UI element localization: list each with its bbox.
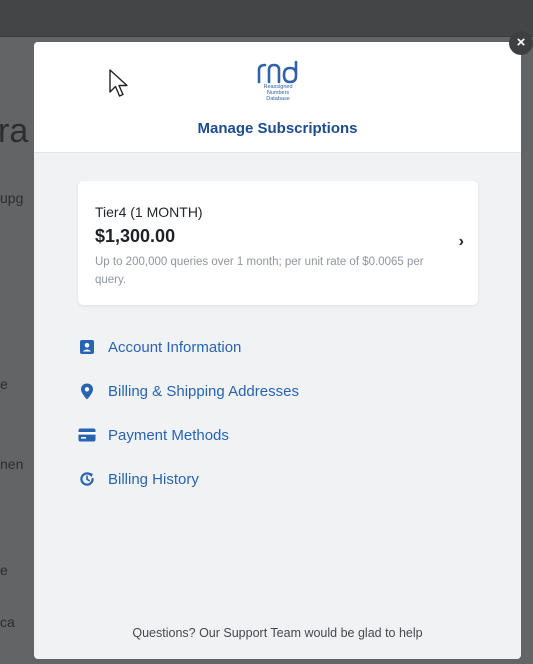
- rnd-logo: Reassigned Numbers Database: [248, 60, 308, 102]
- menu-item-label: Billing History: [108, 470, 199, 488]
- map-pin-icon: [78, 382, 96, 400]
- credit-card-icon: [78, 426, 96, 444]
- background-heading: ra: [0, 112, 29, 150]
- menu-item-account-information[interactable]: Account Information: [78, 334, 241, 360]
- logo-text-database: Database: [266, 96, 290, 102]
- background-text-3: e: [0, 562, 8, 578]
- support-text: Questions? Our Support Team would be gla…: [132, 626, 423, 640]
- background-text-2: nen: [0, 456, 24, 472]
- menu-item-label: Payment Methods: [108, 426, 229, 444]
- menu-item-billing-shipping-addresses[interactable]: Billing & Shipping Addresses: [78, 378, 299, 404]
- mouse-cursor-icon: [109, 69, 128, 97]
- close-button[interactable]: ×: [509, 31, 533, 55]
- menu-item-payment-methods[interactable]: Payment Methods: [78, 422, 229, 448]
- id-card-icon: [78, 338, 96, 356]
- manage-subscriptions-modal: Reassigned Numbers Database Manage Subsc…: [34, 42, 521, 659]
- background-text-1: e: [0, 376, 8, 392]
- chevron-right-icon[interactable]: ›: [459, 233, 464, 251]
- background-topbar: [0, 0, 533, 37]
- menu-item-label: Billing & Shipping Addresses: [108, 382, 299, 400]
- rnd-logo-mark: [257, 60, 298, 84]
- background-text-4: ca: [0, 614, 15, 630]
- subscription-name: Tier4 (1 MONTH): [95, 204, 203, 220]
- menu-item-label: Account Information: [108, 338, 242, 356]
- modal-title: Manage Subscriptions: [197, 120, 358, 137]
- history-icon: [78, 470, 96, 488]
- subscription-price: $1,300.00: [95, 226, 176, 246]
- menu-item-billing-history[interactable]: Billing History: [78, 466, 199, 492]
- background-subtext: upg: [0, 190, 24, 206]
- subscription-card[interactable]: Tier4 (1 MONTH) $1,300.00 Up to 200,000 …: [78, 181, 478, 305]
- subscription-description: Up to 200,000 queries over 1 month; per …: [95, 256, 424, 286]
